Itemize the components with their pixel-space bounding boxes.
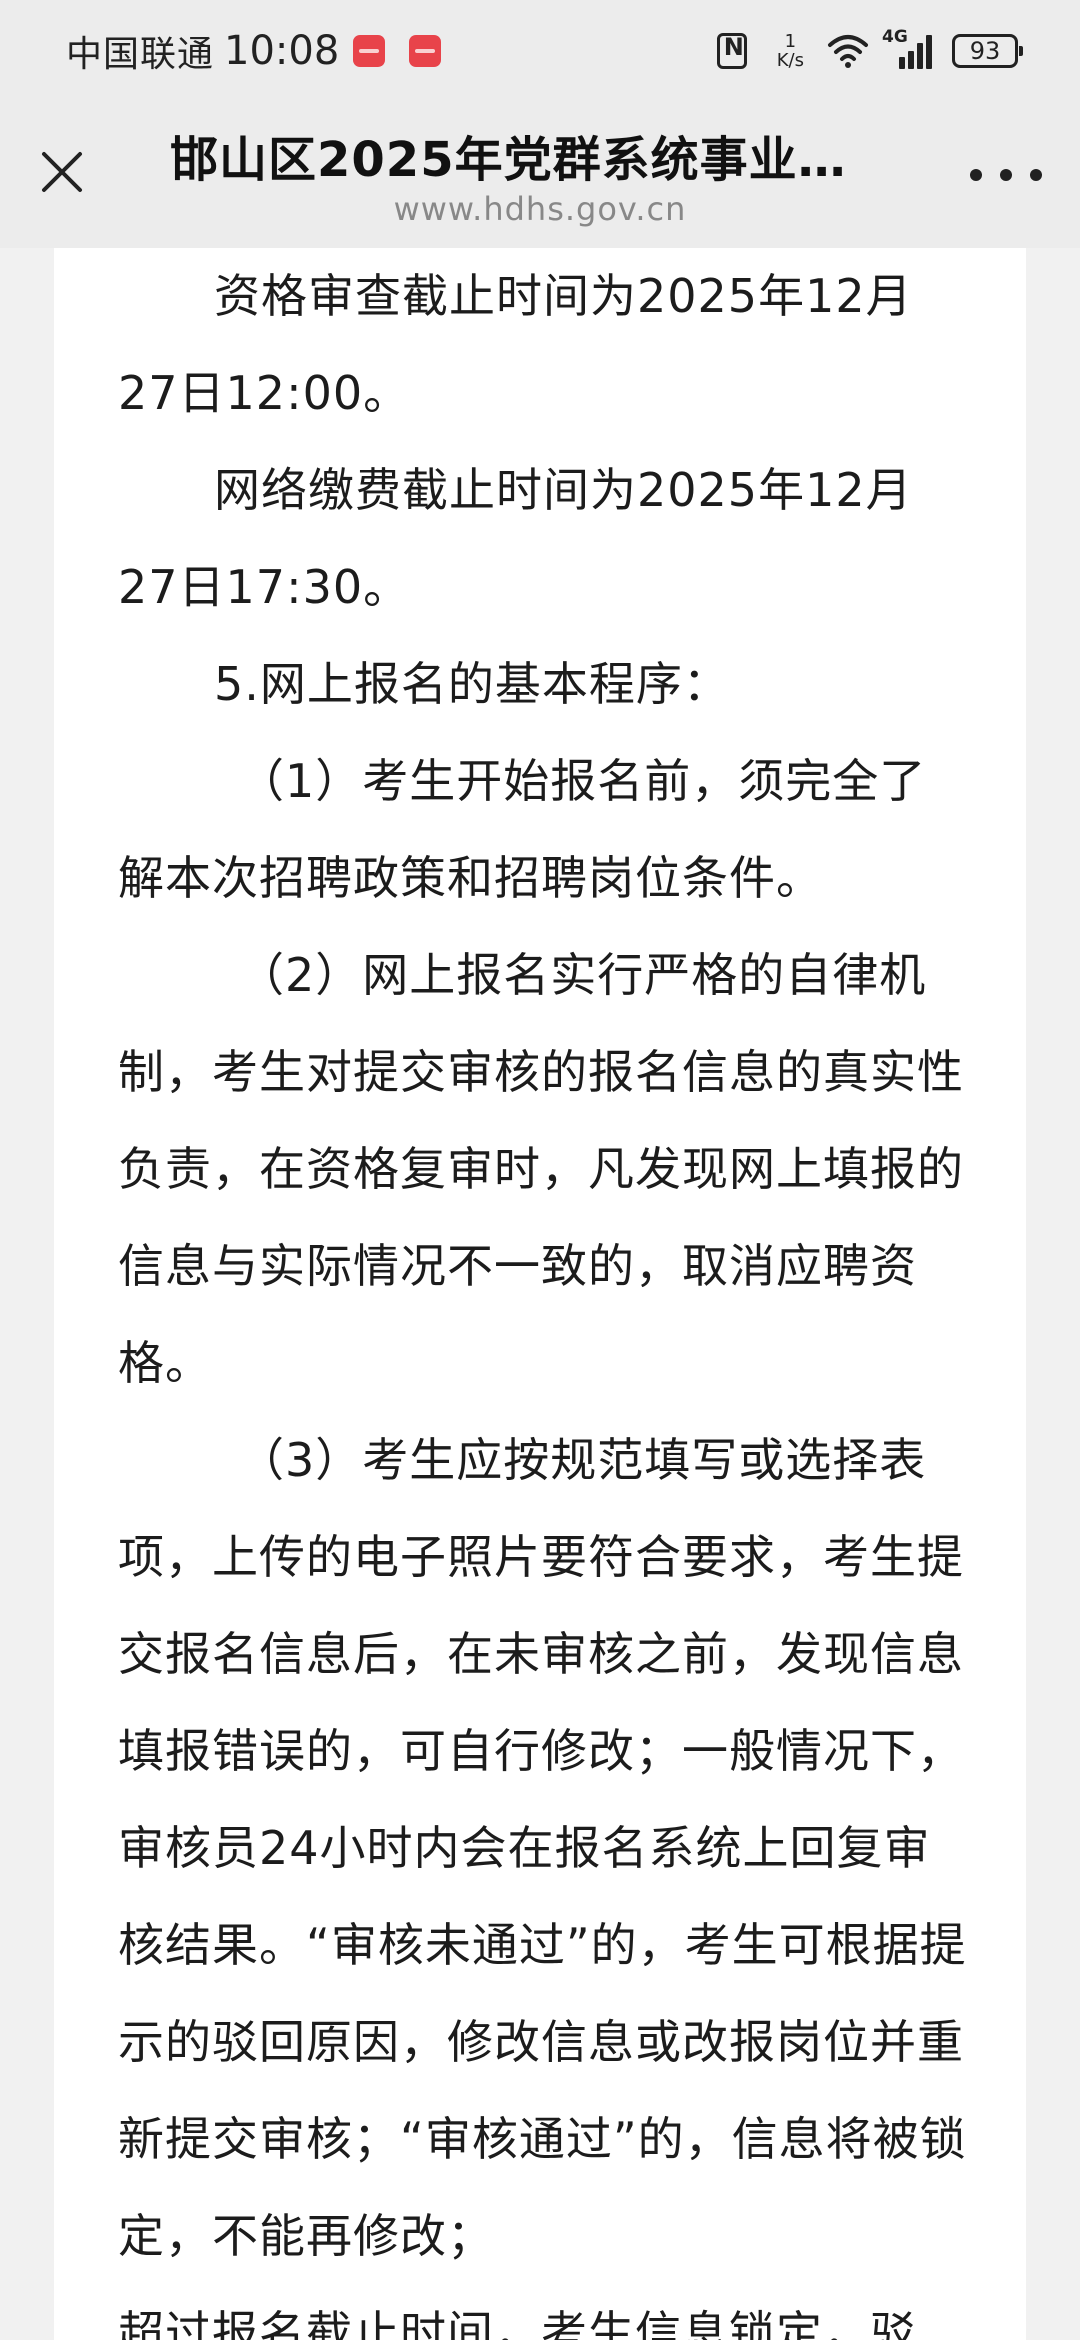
article-paragraph: 5.网上报名的基本程序： xyxy=(214,657,730,711)
status-bar: 中国联通 10:08 1 K/s 4G 93 xyxy=(0,0,1080,100)
article-paragraph: 资格审查截止时间为2025年12月27日12:00。 xyxy=(118,269,913,420)
article-paragraph: 网络缴费截止时间为2025年12月27日17:30。 xyxy=(118,463,913,614)
app-notification-icon xyxy=(409,35,442,67)
article-paragraph: （2）网上报名实行严格的自律机制，考生对提交审核的报名信息的真实性负责，在资格复… xyxy=(118,948,964,1390)
network-speed-unit: K/s xyxy=(776,50,804,71)
article-paragraph: （3）考生应按规范填写或选择表项，上传的电子照片要符合要求，考生提交报名信息后，… xyxy=(118,1433,967,2263)
browser-header: 邯山区2025年党群系统事业… www.hdhs.gov.cn xyxy=(0,100,1080,248)
cellular-signal-icon: 4G xyxy=(882,27,934,71)
app-notification-icon xyxy=(353,35,386,67)
close-button[interactable] xyxy=(26,136,98,208)
more-dots-icon xyxy=(970,169,982,181)
more-options-button[interactable] xyxy=(970,150,1042,200)
nfc-icon xyxy=(716,33,747,69)
wifi-icon xyxy=(828,35,868,68)
status-left: 中国联通 10:08 xyxy=(66,26,442,76)
article-card: 资格审查截止时间为2025年12月27日12:00。 网络缴费截止时间为2025… xyxy=(54,248,1026,2340)
network-speed: 1 K/s xyxy=(777,32,804,70)
article-body: 资格审查截止时间为2025年12月27日12:00。 网络缴费截止时间为2025… xyxy=(118,248,968,2340)
page-title: 邯山区2025年党群系统事业… xyxy=(170,132,847,188)
article-paragraph: （1）考生开始报名前，须完全了解本次招聘政策和招聘岗位条件。 xyxy=(118,754,927,905)
status-time: 10:08 xyxy=(224,28,340,74)
battery-icon: 93 xyxy=(952,34,1023,68)
page-url: www.hdhs.gov.cn xyxy=(393,190,687,228)
network-speed-value: 1 xyxy=(784,31,797,52)
article-paragraph: 超过报名截止时间，考生信息锁定，驳 xyxy=(118,2306,917,2340)
status-right: 1 K/s 4G 93 xyxy=(716,26,1023,76)
carrier-name: 中国联通 xyxy=(66,34,215,75)
close-icon xyxy=(42,152,82,192)
battery-level: 93 xyxy=(969,37,1001,65)
